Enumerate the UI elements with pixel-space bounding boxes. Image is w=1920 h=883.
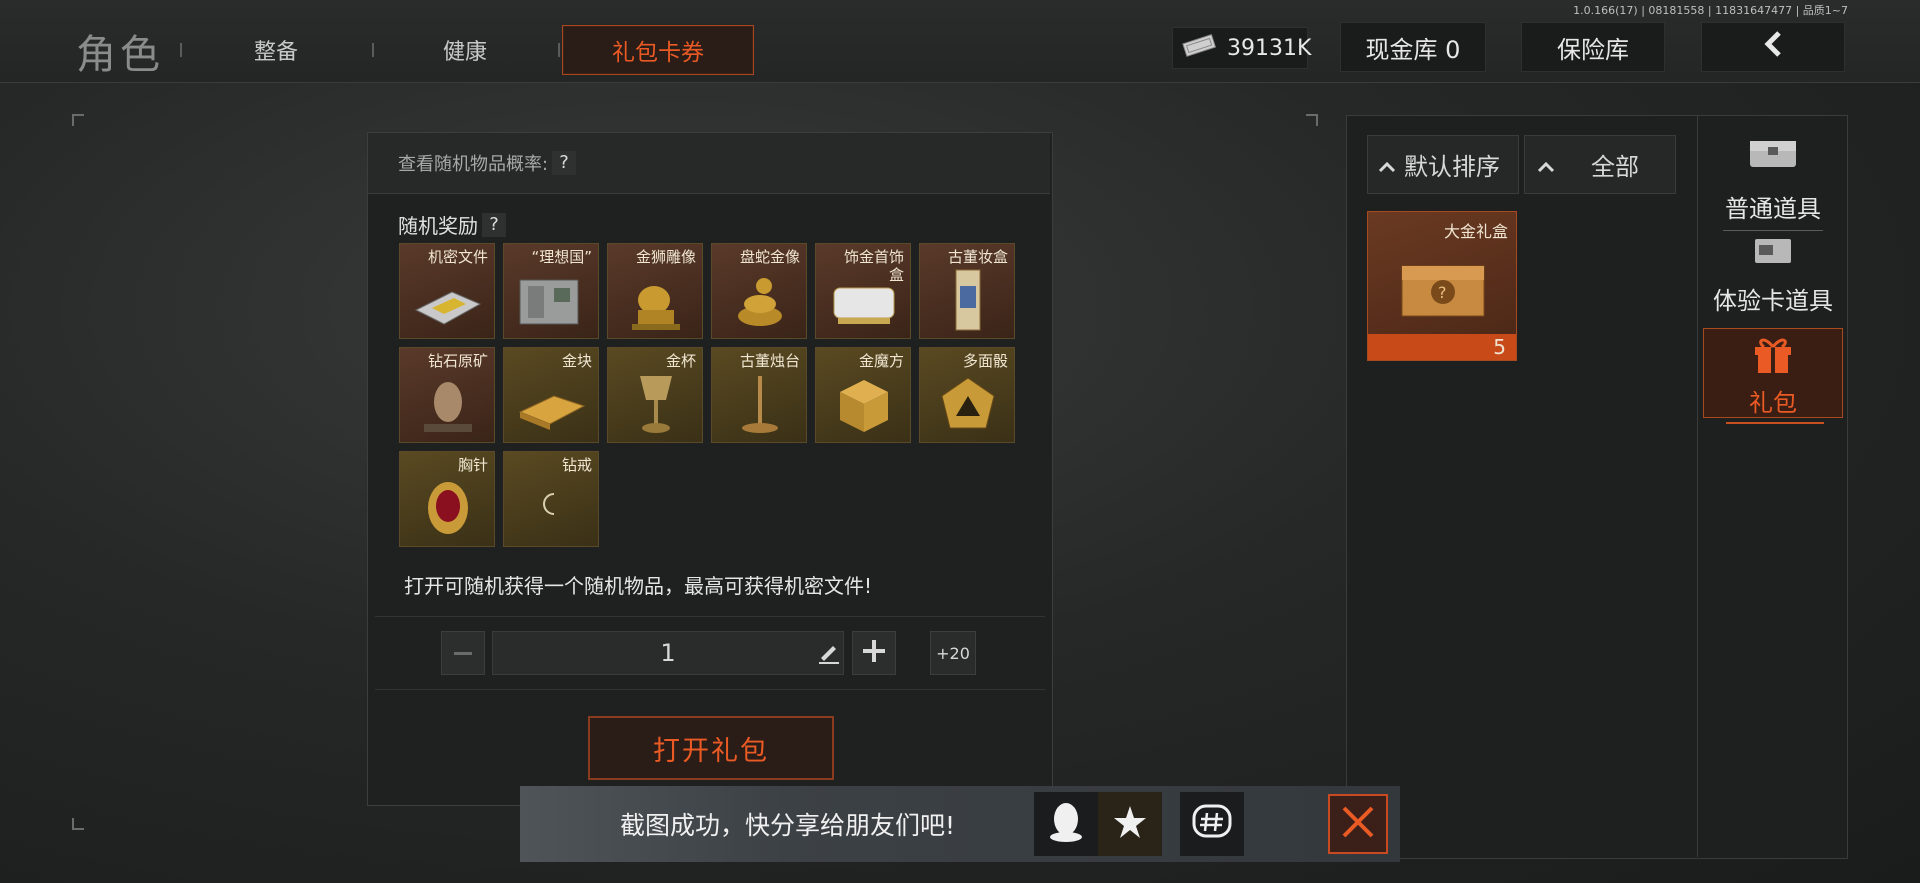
- increase-button[interactable]: [852, 631, 896, 675]
- plus-icon: [863, 640, 885, 666]
- gift-description: 打开可随机获得一个随机物品，最高可获得机密文件!: [404, 574, 873, 598]
- quantity-value: 1: [660, 639, 676, 667]
- gold-gift-box-icon: ?: [1401, 265, 1485, 317]
- polyhedral-dice-icon: [941, 377, 995, 429]
- divider: [375, 689, 1045, 690]
- chevron-up-icon: [1537, 151, 1555, 179]
- insurance-vault-button[interactable]: 保险库: [1521, 22, 1665, 72]
- filter-button[interactable]: 全部: [1524, 135, 1676, 194]
- money-display: 39131K: [1172, 27, 1312, 69]
- probability-label: 查看随机物品概率:: [398, 154, 549, 175]
- money-value: 39131K: [1227, 35, 1312, 61]
- svg-text:?: ?: [1438, 283, 1447, 302]
- golden-snake-icon: [738, 278, 782, 326]
- category-common-items[interactable]: 普通道具: [1703, 135, 1843, 231]
- qq-share-button[interactable]: [1034, 792, 1098, 856]
- tab-divider: [558, 43, 560, 57]
- qzone-share-button[interactable]: [1098, 792, 1162, 856]
- probability-row: 查看随机物品概率: ?: [398, 150, 577, 176]
- candlestick-icon: [742, 376, 778, 433]
- back-button[interactable]: [1701, 22, 1845, 72]
- probability-help-button[interactable]: ?: [552, 151, 577, 175]
- gift-icon: [1752, 333, 1794, 381]
- chest-icon: [1748, 135, 1798, 175]
- sort-label: 默认排序: [1404, 153, 1500, 181]
- divider: [1723, 230, 1823, 231]
- back-arrow-icon: [1759, 30, 1787, 64]
- page-title: 角色: [76, 32, 164, 78]
- plus-twenty-button[interactable]: +20: [930, 631, 976, 675]
- community-share-button[interactable]: [1180, 792, 1244, 856]
- jewelry-box-icon: [833, 287, 895, 324]
- tab-health[interactable]: 健康: [443, 34, 487, 66]
- screenshot-toast: 截图成功，快分享给朋友们吧!: [520, 786, 1400, 862]
- toast-message: 截图成功，快分享给朋友们吧!: [620, 811, 956, 840]
- tab-divider: [372, 43, 374, 57]
- reward-item[interactable]: 多面骰: [919, 347, 1015, 443]
- rewards-row: 随机奖励 ?: [398, 210, 506, 239]
- diamond-ring-icon: [543, 493, 555, 515]
- secret-file-icon: [414, 291, 482, 325]
- category-label: 礼包: [1749, 389, 1797, 417]
- inventory-item-gold-gift-box[interactable]: 大金礼盒 ? 5: [1367, 211, 1517, 361]
- version-info: 1.0.166(17) | 08181558 | 11831647477 | 品…: [1573, 4, 1848, 17]
- corner-bracket: [72, 114, 84, 126]
- active-category-underline: [1726, 422, 1824, 424]
- antique-vanity-box-icon: [955, 269, 981, 331]
- edit-icon: [817, 642, 841, 670]
- item-count: 5: [1493, 335, 1506, 359]
- penguin-icon: [1048, 801, 1084, 847]
- chevron-up-icon: [1378, 151, 1396, 179]
- corner-bracket: [1306, 114, 1318, 126]
- minus-icon: [454, 651, 472, 655]
- cash-icon: [1181, 33, 1217, 63]
- open-gift-button[interactable]: 打开礼包: [588, 716, 834, 780]
- reward-item[interactable]: 金杯: [607, 347, 703, 443]
- cash-vault-button[interactable]: 现金库 0: [1340, 22, 1486, 72]
- reward-item[interactable]: 金块: [503, 347, 599, 443]
- ideal-state-case-icon: [519, 279, 579, 325]
- reward-item[interactable]: 金狮雕像: [607, 243, 703, 339]
- decrease-button[interactable]: [441, 631, 485, 675]
- category-label: 体验卡道具: [1713, 287, 1833, 315]
- tab-divider: [180, 43, 182, 57]
- reward-item[interactable]: 古董妆盒: [919, 243, 1015, 339]
- divider: [1697, 115, 1698, 857]
- golden-lion-icon: [632, 286, 680, 330]
- rewards-label: 随机奖励: [398, 214, 478, 238]
- brooch-icon: [428, 482, 468, 534]
- reward-item[interactable]: “理想国”: [503, 243, 599, 339]
- reward-item[interactable]: 钻石原矿: [399, 347, 495, 443]
- reward-item[interactable]: 古董烛台: [711, 347, 807, 443]
- rewards-help-button[interactable]: ?: [482, 212, 506, 237]
- reward-item[interactable]: 盘蛇金像: [711, 243, 807, 339]
- golden-cube-icon: [840, 380, 888, 432]
- reward-item[interactable]: 机密文件: [399, 243, 495, 339]
- reward-item[interactable]: 饰金首饰盒: [815, 243, 911, 339]
- divider: [375, 616, 1045, 617]
- hashtag-icon: [1192, 804, 1232, 844]
- close-toast-button[interactable]: [1328, 794, 1388, 854]
- card-icon: [1753, 237, 1793, 271]
- tab-gift-cards[interactable]: 礼包卡券: [562, 25, 754, 75]
- filter-label: 全部: [1591, 153, 1639, 181]
- tab-equipment[interactable]: 整备: [254, 34, 298, 66]
- category-label: 普通道具: [1725, 195, 1821, 223]
- reward-item[interactable]: 胸针: [399, 451, 495, 547]
- corner-bracket: [72, 818, 84, 830]
- gold-bar-icon: [518, 395, 586, 430]
- close-icon: [1340, 804, 1376, 844]
- star-icon: [1112, 804, 1148, 844]
- reward-item[interactable]: 钻戒: [503, 451, 599, 547]
- category-gift-packs[interactable]: 礼包: [1703, 328, 1843, 418]
- golden-cup-icon: [640, 376, 672, 433]
- raw-diamond-icon: [424, 382, 472, 432]
- category-trial-card-items[interactable]: 体验卡道具: [1703, 237, 1843, 316]
- quantity-input[interactable]: 1: [492, 631, 844, 675]
- sort-button[interactable]: 默认排序: [1367, 135, 1519, 194]
- reward-item[interactable]: 金魔方: [815, 347, 911, 443]
- item-name: 大金礼盒: [1443, 222, 1508, 241]
